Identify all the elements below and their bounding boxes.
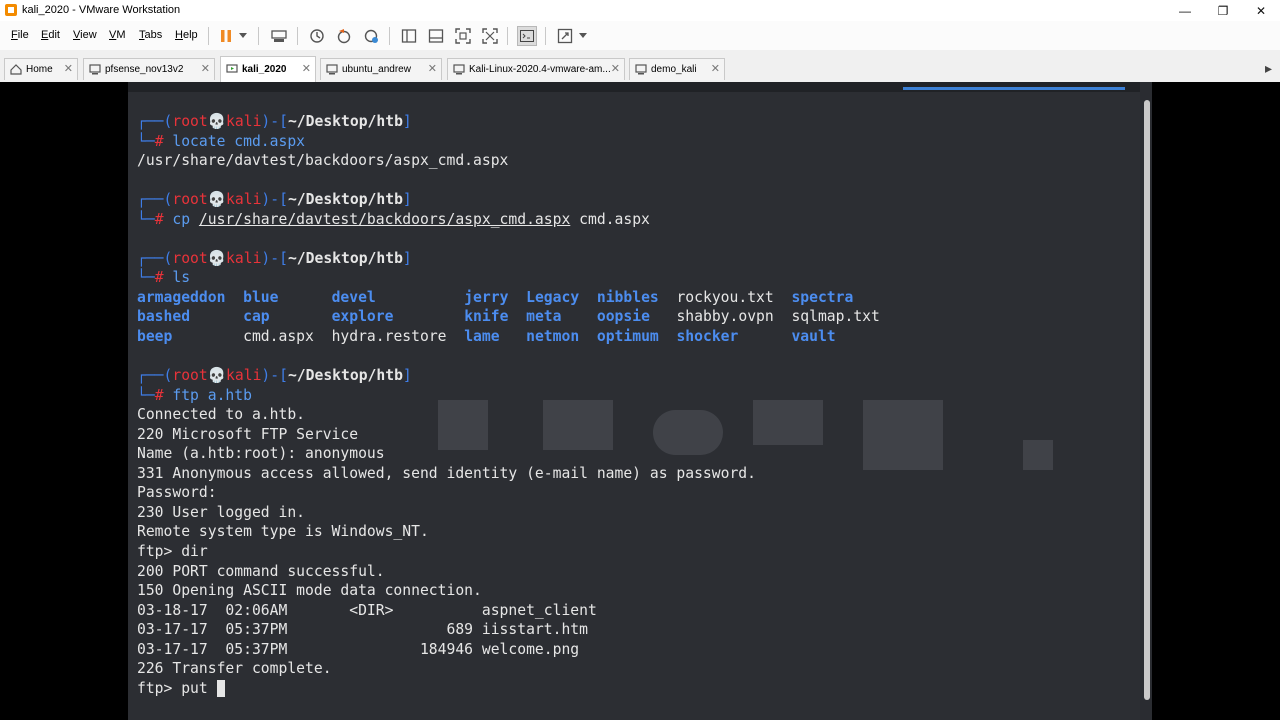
tab-scroll-right-icon[interactable]: ▸ [1265,60,1272,77]
command: cp [172,210,191,228]
tab-ubuntu-andrew[interactable]: ubuntu_andrew ✕ [320,58,442,80]
close-icon[interactable]: ✕ [201,62,210,75]
toolbar-separator [545,27,546,45]
vm-icon [453,64,465,75]
toolbar-separator [389,27,390,45]
tab-pfsense[interactable]: pfsense_nov13v2 ✕ [83,58,215,80]
unity-icon[interactable] [480,26,500,46]
tab-kali-linux-2020-4[interactable]: Kali-Linux-2020.4-vmware-am... ✕ [447,58,625,80]
snapshot-manager-icon[interactable] [361,26,381,46]
tab-label: ubuntu_andrew [342,64,411,75]
stretch-dropdown-icon[interactable] [576,26,590,46]
guest-display[interactable]: ┌──(root💀kali)-[~/Desktop/htb] └─# locat… [128,82,1152,720]
close-icon[interactable]: ✕ [428,62,437,75]
stretch-guest-icon[interactable] [555,26,575,46]
show-library-icon[interactable] [399,26,419,46]
menu-help[interactable]: Help [175,29,198,41]
scrollbar-thumb[interactable] [1144,100,1150,700]
vm-tab-bar: Home ✕ pfsense_nov13v2 ✕ kali_2020 ✕ ubu… [0,50,1280,83]
vm-running-icon [226,64,238,73]
close-icon[interactable]: ✕ [711,62,720,75]
window-controls: — ❐ ✕ [1166,0,1280,21]
text-cursor [216,679,226,697]
menu-file[interactable]: File [11,29,29,41]
guest-active-tab-indicator [903,87,1125,90]
toolbar-separator [208,27,209,45]
vm-icon [635,64,647,75]
toolbar-separator [258,27,259,45]
menu-tabs[interactable]: Tabs [139,29,162,41]
send-ctrl-alt-del-icon[interactable] [269,26,289,46]
tab-label: kali_2020 [242,64,287,75]
vm-console[interactable]: ┌──(root💀kali)-[~/Desktop/htb] └─# locat… [0,82,1280,720]
vm-icon [326,64,338,75]
close-icon[interactable]: ✕ [1242,0,1280,21]
command: locate cmd.aspx [172,132,306,150]
tab-label: Home [26,64,53,75]
command: ftp a.htb [172,386,252,404]
power-dropdown-icon[interactable] [236,26,250,46]
tab-label: pfsense_nov13v2 [105,64,184,75]
close-icon[interactable]: ✕ [302,62,311,75]
minimize-icon[interactable]: — [1166,0,1204,21]
console-view-icon[interactable] [517,26,537,46]
vmware-logo-icon [5,4,17,16]
thumbnail-bar-icon[interactable] [426,26,446,46]
tab-home[interactable]: Home ✕ [4,58,78,80]
window-titlebar: kali_2020 - VMware Workstation — ❐ ✕ [0,0,1280,21]
window-title: kali_2020 - VMware Workstation [22,4,181,16]
close-icon[interactable]: ✕ [64,62,73,75]
restore-icon[interactable]: ❐ [1204,0,1242,21]
tab-demo-kali[interactable]: demo_kali ✕ [629,58,725,80]
terminal-output[interactable]: ┌──(root💀kali)-[~/Desktop/htb] └─# locat… [137,112,1137,698]
terminal-scrollbar[interactable] [1140,82,1152,720]
home-icon [10,64,22,75]
menu-edit[interactable]: Edit [41,29,60,41]
tab-kali-2020[interactable]: kali_2020 ✕ [220,56,316,82]
fullscreen-icon[interactable] [453,26,473,46]
toolbar-separator [297,27,298,45]
tab-label: Kali-Linux-2020.4-vmware-am... [469,64,611,75]
menu-vm[interactable]: VM [109,29,126,41]
menubar: File Edit View VM Tabs Help [0,21,1280,51]
command: ls [172,269,191,287]
menu-view[interactable]: View [73,29,97,41]
current-input[interactable]: ftp> put [137,680,217,697]
toolbar-separator [507,27,508,45]
vm-icon [89,64,101,75]
snapshot-icon[interactable] [307,26,327,46]
revert-snapshot-icon[interactable] [334,26,354,46]
pause-icon[interactable] [216,26,236,46]
tab-label: demo_kali [651,64,697,75]
close-icon[interactable]: ✕ [611,62,620,75]
